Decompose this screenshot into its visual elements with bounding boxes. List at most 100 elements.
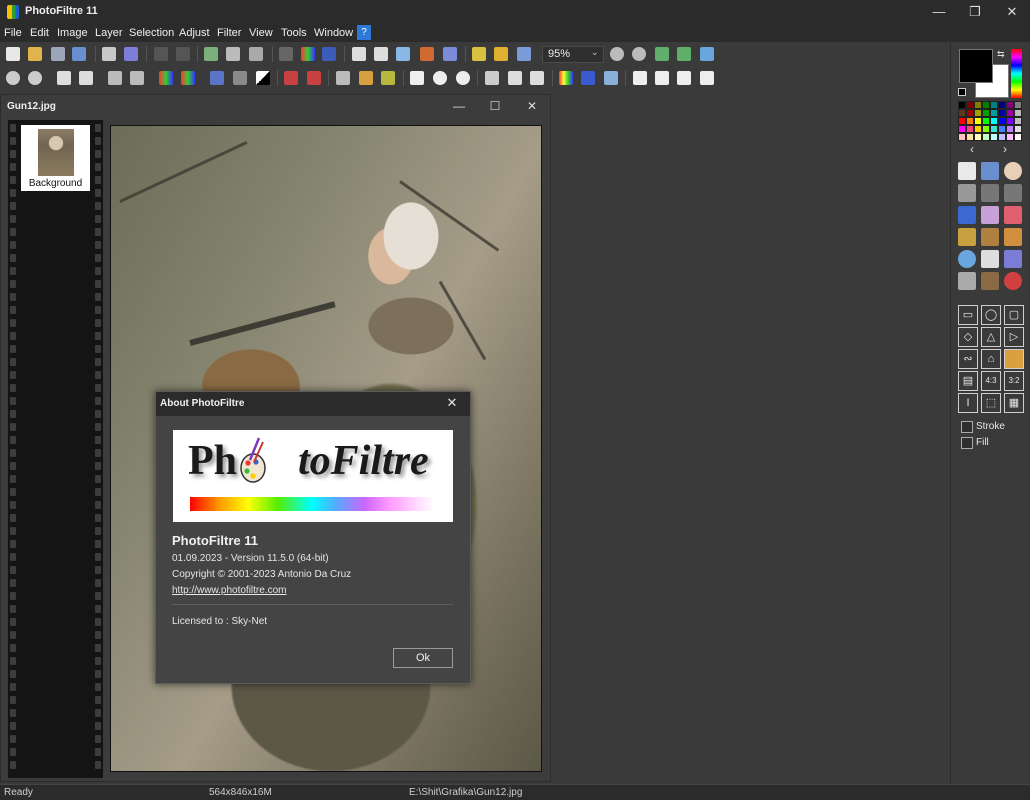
menu-file[interactable]: File [4,27,22,39]
palette-swatch[interactable] [990,101,998,109]
automation-icon[interactable] [472,47,486,61]
flip-vertical-icon[interactable] [655,71,669,85]
explorer-icon[interactable] [517,47,531,61]
menu-window[interactable]: Window [314,27,353,39]
gradient-plus-icon[interactable] [28,71,42,85]
close-button[interactable]: ✕ [994,0,1030,24]
palette-swatch[interactable] [982,133,990,141]
triangle-shape-button[interactable]: △ [981,327,1001,347]
lasso-button[interactable]: ∾ [958,349,978,369]
palette-swatch[interactable] [1014,133,1022,141]
maximize-button[interactable]: ❐ [957,0,993,24]
selection-tool-icon[interactable] [958,162,976,180]
website-link[interactable]: http://www.photofiltre.com [172,585,287,596]
ok-button[interactable]: Ok [393,648,453,668]
crop-icon[interactable] [420,47,434,61]
document-close-button[interactable]: ✕ [523,97,541,115]
minimize-button[interactable]: — [921,0,957,24]
paste-icon[interactable] [226,47,240,61]
soften-icon[interactable] [433,71,447,85]
text-selection-button[interactable]: I [958,393,978,413]
contrast-icon[interactable] [108,71,122,85]
line-tool-icon[interactable] [981,184,999,202]
outline-icon[interactable] [530,71,544,85]
palette-swatch[interactable] [1014,101,1022,109]
advanced-brush-icon[interactable] [981,228,999,246]
palette-swatch[interactable] [1014,109,1022,117]
palette-swatch[interactable] [958,109,966,117]
saturation-plus-icon[interactable] [181,71,195,85]
color-spectrum[interactable] [1011,49,1022,98]
palette-swatch[interactable] [966,109,974,117]
palette-swatch[interactable] [990,125,998,133]
palette-swatch[interactable] [958,133,966,141]
menu-adjust[interactable]: Adjust [179,27,210,39]
palette-swatch[interactable] [958,125,966,133]
eraser-icon[interactable] [1004,206,1022,224]
palette-swatch[interactable] [998,117,1006,125]
palette-swatch[interactable] [982,117,990,125]
hand-tool-icon[interactable] [1004,162,1022,180]
palette-swatch[interactable] [1014,125,1022,133]
scan-icon[interactable] [124,47,138,61]
palette-swatch[interactable] [1006,101,1014,109]
menu-filter[interactable]: Filter [217,27,241,39]
save-icon[interactable] [51,47,65,61]
menu-edit[interactable]: Edit [30,27,49,39]
ratio-32-button[interactable]: 3:2 [1004,371,1024,391]
palette-swatch[interactable] [990,109,998,117]
magic-wand-icon[interactable] [981,162,999,180]
palette-swatch[interactable] [974,133,982,141]
layer-icon[interactable] [279,47,293,61]
right-triangle-shape-button[interactable]: ▷ [1004,327,1024,347]
palette-swatch[interactable] [966,101,974,109]
blur-drop-icon[interactable] [958,250,976,268]
palette-swatch[interactable] [990,117,998,125]
straight-line-icon[interactable] [1004,184,1022,202]
zoom-in-icon[interactable] [610,47,624,61]
brightness-icon[interactable] [57,71,71,85]
full-screen-icon[interactable] [700,47,714,61]
fit-window-icon[interactable] [677,47,691,61]
palette-swatch[interactable] [974,101,982,109]
fill-bucket-icon[interactable] [958,206,976,224]
dialog-close-button[interactable]: ✕ [444,394,460,412]
undo-icon[interactable] [154,47,168,61]
new-icon[interactable] [6,47,20,61]
stroke-checkbox[interactable] [961,421,973,433]
flip-horizontal-icon[interactable] [633,71,647,85]
emboss-icon[interactable] [485,71,499,85]
palette-swatch[interactable] [982,101,990,109]
palette-swatch[interactable] [1006,109,1014,117]
palette-swatch[interactable] [974,117,982,125]
color-palette[interactable] [958,101,1022,141]
rotate-left-icon[interactable] [677,71,691,85]
copy-icon[interactable] [204,47,218,61]
rounded-rect-shape-button[interactable]: ▢ [1004,305,1024,325]
rectangle-shape-button[interactable]: ▭ [958,305,978,325]
brush-icon[interactable] [958,228,976,246]
document-maximize-button[interactable]: ☐ [486,97,504,115]
menu-image[interactable]: Image [57,27,88,39]
palette-swatch[interactable] [998,125,1006,133]
selection-settings-button[interactable]: ▦ [1004,393,1024,413]
palette-swatch[interactable] [998,101,1006,109]
gradient-icon[interactable] [6,71,20,85]
menu-layer[interactable]: Layer [95,27,123,39]
autocrop-icon[interactable] [443,47,457,61]
grayscale-icon[interactable] [336,71,350,85]
deform-icon[interactable] [1004,250,1022,268]
edge-icon[interactable] [508,71,522,85]
diamond-shape-button[interactable]: ◇ [958,327,978,347]
palette-swatch[interactable] [982,125,990,133]
contrast-plus-icon[interactable] [130,71,144,85]
palette-swatch[interactable] [982,109,990,117]
sharpen-icon[interactable] [456,71,470,85]
tube-icon[interactable] [1004,272,1022,290]
color-balance-icon[interactable] [559,71,573,85]
palette-swatch[interactable] [966,125,974,133]
fit-selection-icon[interactable] [396,47,410,61]
palette-swatch[interactable] [1006,125,1014,133]
square-ratio-button[interactable]: ▤ [958,371,978,391]
menu-view[interactable]: View [249,27,273,39]
